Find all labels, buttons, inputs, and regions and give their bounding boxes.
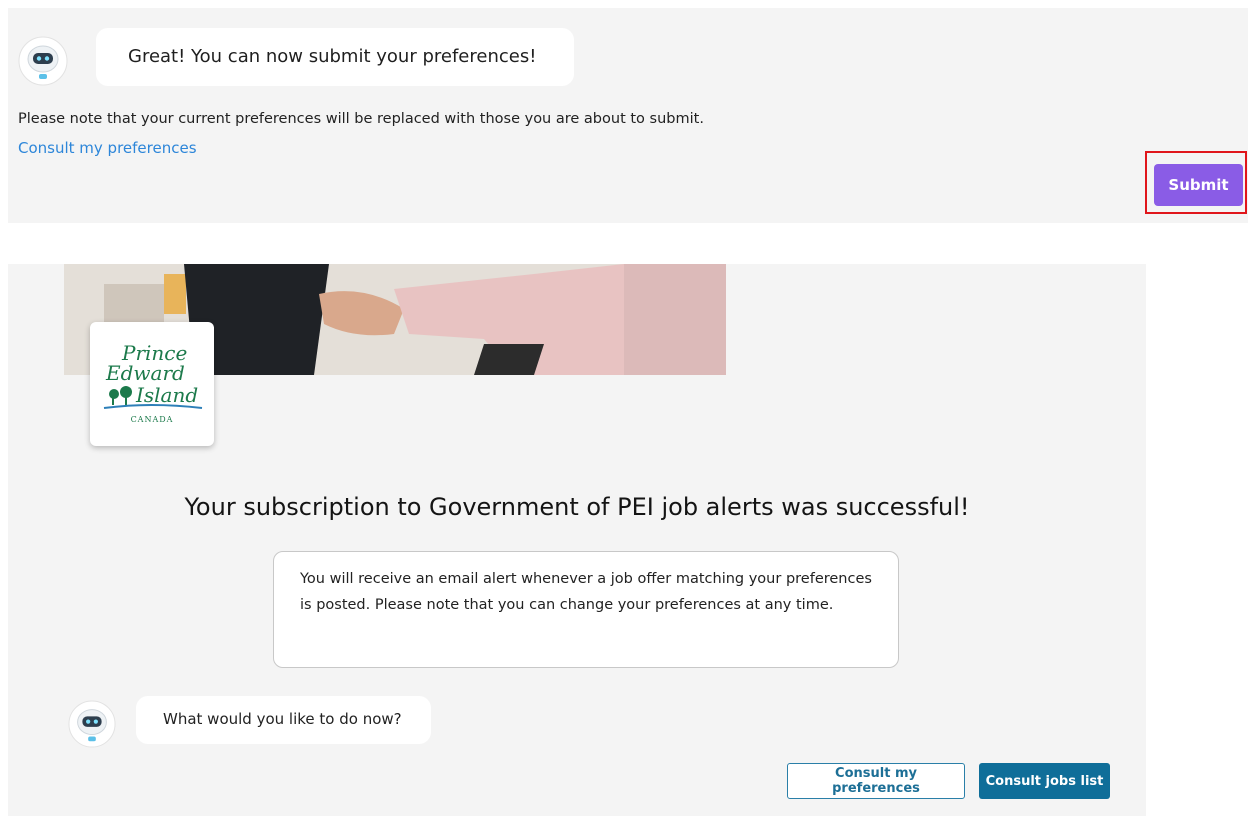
- submit-button[interactable]: Submit: [1154, 164, 1243, 206]
- page-title: Your subscription to Government of PEI j…: [184, 493, 970, 521]
- logo-line2: Edward: [105, 361, 185, 385]
- logo-country: CANADA: [131, 415, 174, 424]
- consult-jobs-list-button[interactable]: Consult jobs list: [979, 763, 1110, 799]
- info-message-text: You will receive an email alert whenever…: [300, 571, 872, 613]
- consult-preferences-button[interactable]: Consult my preferences: [787, 763, 965, 799]
- replace-preferences-note: Please note that your current preference…: [18, 111, 704, 127]
- bot-message-text: Great! You can now submit your preferenc…: [128, 46, 537, 67]
- logo-line3: Island: [135, 383, 198, 407]
- chatbot-avatar-icon: [18, 36, 68, 86]
- bot-question-text: What would you like to do now?: [163, 710, 402, 728]
- bot-message-bubble: Great! You can now submit your preferenc…: [96, 28, 574, 86]
- submit-preferences-panel: Great! You can now submit your preferenc…: [8, 8, 1248, 223]
- chatbot-avatar-icon: [68, 700, 116, 748]
- info-message-box: You will receive an email alert whenever…: [273, 551, 899, 668]
- consult-preferences-link[interactable]: Consult my preferences: [18, 139, 197, 157]
- pei-logo: Prince Edward Island CANADA: [90, 322, 214, 446]
- bot-question-bubble: What would you like to do now?: [136, 696, 431, 744]
- subscription-success-panel: Prince Edward Island CANADA Your subscri…: [8, 264, 1146, 816]
